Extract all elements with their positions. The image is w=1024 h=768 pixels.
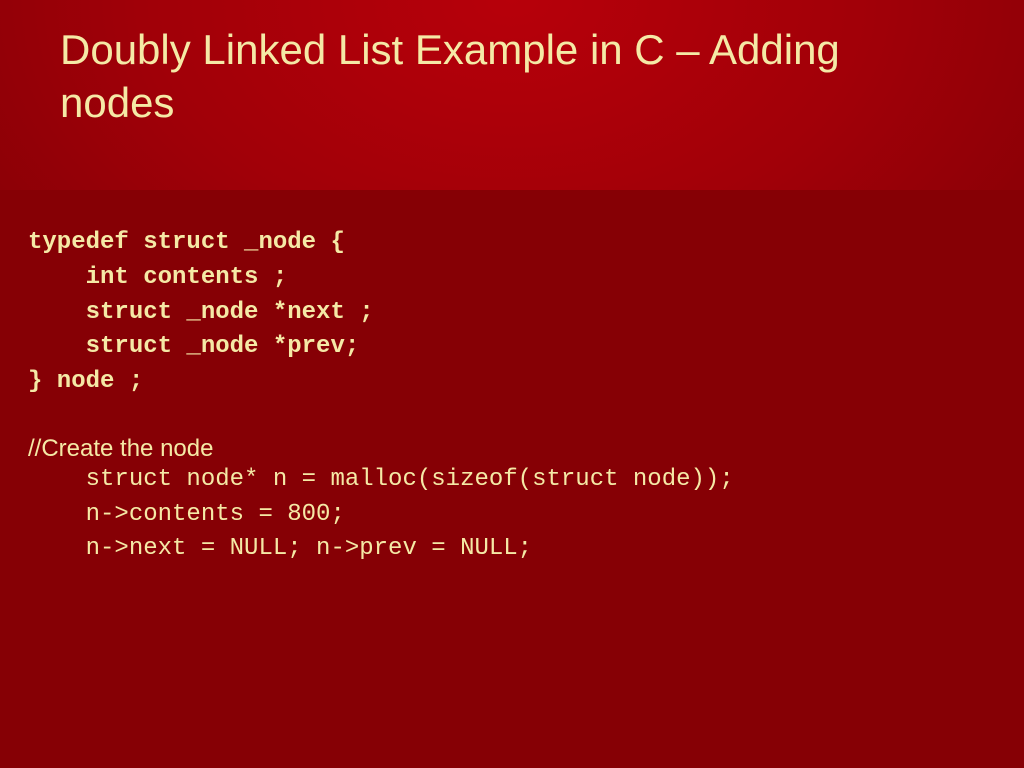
blank-line — [28, 400, 996, 435]
create-line-1: struct node* n = malloc(sizeof(struct no… — [28, 463, 996, 498]
slide-body: typedef struct _node { int contents ; st… — [0, 190, 1024, 567]
slide-header: Doubly Linked List Example in C – Adding… — [0, 0, 1024, 190]
slide-title: Doubly Linked List Example in C – Adding… — [60, 24, 964, 129]
typedef-line-1: typedef struct _node { — [28, 226, 996, 261]
typedef-line-3: struct _node *next ; — [28, 296, 996, 331]
typedef-line-2: int contents ; — [28, 261, 996, 296]
create-line-3: n->next = NULL; n->prev = NULL; — [28, 532, 996, 567]
create-line-2: n->contents = 800; — [28, 498, 996, 533]
typedef-line-5: } node ; — [28, 365, 996, 400]
code-comment: //Create the node — [28, 435, 996, 463]
typedef-line-4: struct _node *prev; — [28, 330, 996, 365]
